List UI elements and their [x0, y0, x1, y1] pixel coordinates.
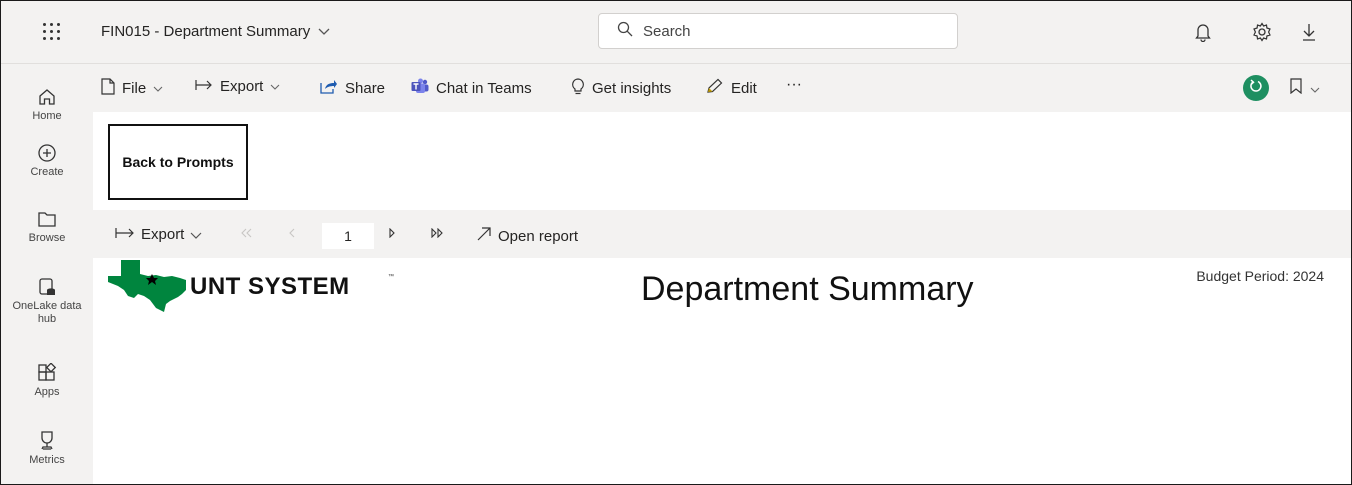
- nav-item-apps[interactable]: Apps: [1, 360, 93, 399]
- budget-period: Budget Period: 2024: [1196, 268, 1324, 284]
- chat-in-teams-button[interactable]: Chat in Teams: [411, 78, 532, 98]
- export-arrow-icon: [195, 78, 213, 95]
- plus-circle-icon: [1, 140, 93, 166]
- apps-icon: [1, 360, 93, 386]
- folder-icon: [1, 206, 93, 232]
- search-icon: [617, 21, 633, 41]
- page-number-input[interactable]: [322, 223, 374, 249]
- more-label: ···: [786, 76, 802, 93]
- previous-page-icon[interactable]: [288, 228, 296, 238]
- open-arrow-icon: [476, 226, 492, 246]
- file-icon: [101, 78, 115, 99]
- nav-label-home: Home: [32, 110, 62, 122]
- report-toolbar: Export Open report: [93, 210, 1351, 258]
- top-header: FIN015 - Department Summary: [1, 1, 1351, 64]
- gear-icon[interactable]: [1251, 21, 1273, 43]
- export-menu-button[interactable]: Export: [195, 78, 280, 95]
- chevron-down-icon: [153, 83, 163, 95]
- teams-icon: [411, 78, 429, 98]
- report-export-label: Export: [141, 226, 185, 243]
- open-report-label: Open report: [498, 227, 579, 245]
- logo-text: UNT SYSTEM: [190, 273, 350, 300]
- last-page-icon[interactable]: [430, 228, 444, 238]
- nav-item-home[interactable]: Home: [1, 84, 93, 123]
- share-button[interactable]: Share: [320, 78, 385, 98]
- home-icon: [1, 84, 93, 110]
- export-arrow-icon: [115, 226, 135, 243]
- more-options-button[interactable]: ···: [786, 76, 802, 94]
- get-insights-button[interactable]: Get insights: [571, 78, 671, 99]
- get-insights-label: Get insights: [592, 80, 672, 97]
- nav-item-create[interactable]: Create: [1, 140, 93, 179]
- report-title: FIN015 - Department Summary: [101, 23, 311, 40]
- report-export-button[interactable]: Export: [115, 226, 202, 243]
- search-box[interactable]: [598, 13, 958, 49]
- export-label: Export: [220, 78, 264, 95]
- command-bar: File Export Share Chat in Teams Get insi…: [93, 64, 1351, 112]
- nav-label-onelake: OneLake data hub: [12, 300, 82, 325]
- nav-item-browse[interactable]: Browse: [1, 206, 93, 245]
- bookmark-icon: [1290, 78, 1302, 99]
- file-menu-button[interactable]: File: [101, 78, 163, 99]
- share-icon: [320, 78, 338, 98]
- next-page-icon[interactable]: [388, 228, 396, 238]
- share-label: Share: [345, 79, 386, 97]
- texas-icon: [108, 260, 186, 312]
- unt-system-logo: UNT SYSTEM ™: [108, 260, 398, 312]
- download-icon[interactable]: [1298, 21, 1320, 43]
- app-window: FIN015 - Department Summary Home: [0, 0, 1352, 485]
- report-title-dropdown[interactable]: FIN015 - Department Summary: [101, 23, 330, 40]
- bell-icon[interactable]: [1192, 21, 1214, 43]
- chevron-down-icon: [190, 226, 202, 243]
- edit-label: Edit: [731, 79, 757, 97]
- trophy-icon: [1, 428, 93, 454]
- report-heading: Department Summary: [641, 270, 974, 308]
- search-input[interactable]: [641, 21, 935, 41]
- refresh-button[interactable]: [1243, 75, 1269, 101]
- refresh-icon: [1249, 78, 1263, 98]
- lightbulb-icon: [571, 78, 585, 99]
- left-navigation: Home Create Browse OneLake data hub Apps: [1, 64, 93, 484]
- logo-trademark: ™: [388, 274, 394, 280]
- report-canvas: Back to Prompts Export Open report UNT: [93, 112, 1351, 484]
- nav-label-metrics: Metrics: [29, 454, 65, 466]
- open-report-button[interactable]: Open report: [476, 226, 578, 246]
- bookmark-button[interactable]: [1290, 78, 1320, 99]
- nav-label-create: Create: [30, 166, 64, 178]
- chat-in-teams-label: Chat in Teams: [436, 79, 532, 97]
- back-to-prompts-button[interactable]: Back to Prompts: [108, 124, 248, 200]
- nav-item-metrics[interactable]: Metrics: [1, 428, 93, 467]
- nav-item-onelake-data-hub[interactable]: OneLake data hub: [1, 274, 93, 326]
- database-icon: [1, 274, 93, 300]
- nav-label-browse: Browse: [28, 232, 66, 244]
- chevron-down-icon: [318, 23, 330, 40]
- edit-button[interactable]: Edit: [706, 78, 757, 98]
- file-label: File: [122, 80, 147, 97]
- waffle-icon[interactable]: [41, 21, 61, 41]
- nav-label-apps: Apps: [34, 386, 60, 398]
- pencil-icon: [706, 78, 724, 98]
- first-page-icon[interactable]: [239, 228, 253, 238]
- chevron-down-icon: [270, 81, 280, 93]
- chevron-down-icon: [1310, 80, 1320, 98]
